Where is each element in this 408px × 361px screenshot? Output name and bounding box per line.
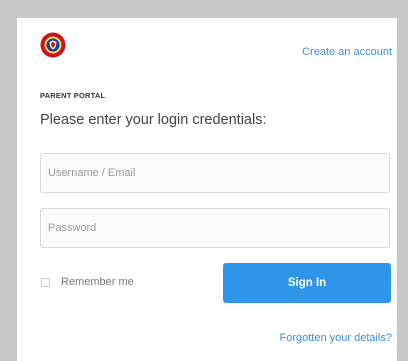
remember-me-checkbox[interactable] [41, 277, 50, 287]
password-input[interactable] [40, 208, 390, 248]
create-account-link[interactable]: Create an account [302, 46, 392, 58]
school-crest-icon [40, 32, 66, 58]
remember-me-row[interactable]: Remember me [41, 276, 134, 288]
login-card: Create an account PARENT PORTAL Please e… [17, 18, 397, 361]
sign-in-button[interactable]: Sign In [223, 263, 391, 303]
remember-me-label: Remember me [61, 276, 134, 288]
username-input[interactable] [40, 153, 390, 193]
login-heading: Please enter your login credentials: [40, 112, 267, 128]
forgot-details-link[interactable]: Forgotten your details? [279, 332, 392, 344]
portal-label: PARENT PORTAL [40, 91, 106, 100]
